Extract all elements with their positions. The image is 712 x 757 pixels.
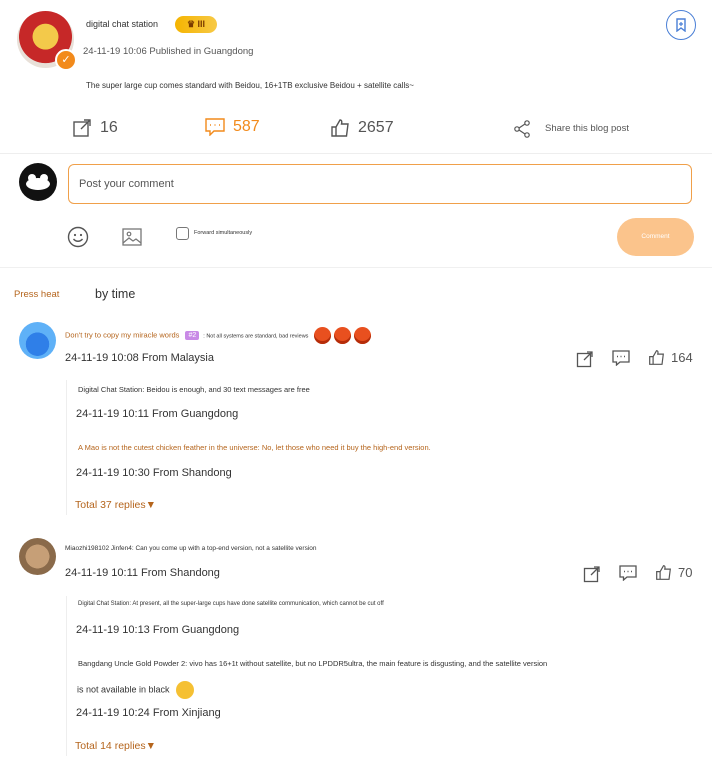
commenter-name[interactable]: Don't try to copy my miracle words	[65, 330, 179, 339]
reply-text-continued: is not available in black	[77, 681, 195, 699]
laughing-emoji-icon	[176, 681, 195, 699]
image-button[interactable]	[121, 226, 143, 248]
angry-emoji-icon	[353, 327, 371, 344]
level-badge: ♛ III	[175, 16, 217, 33]
tab-by-time[interactable]: by time	[95, 287, 135, 301]
repost-icon	[73, 119, 91, 137]
rank-tag: #2	[185, 331, 200, 341]
like-count: 2657	[358, 119, 394, 136]
bookmark-button[interactable]	[666, 10, 696, 40]
mouse-avatar-icon	[26, 174, 50, 190]
thumbs-up-icon	[649, 350, 664, 365]
repost-count: 16	[100, 119, 118, 136]
emoji-button[interactable]	[67, 226, 89, 248]
comment-body: : Not all systems are standard, bad revi…	[203, 333, 309, 340]
angry-emoji-icon	[313, 327, 331, 344]
share-label[interactable]: Share this blog post	[545, 123, 629, 134]
reply-meta: 24-11-19 10:24 From Xinjiang	[76, 707, 221, 719]
comment-submit-button[interactable]: Comment	[617, 218, 694, 256]
comment-count: 587	[233, 118, 260, 135]
comment-like-count: 70	[678, 565, 693, 580]
comment-icon	[612, 350, 630, 366]
divider	[0, 267, 712, 268]
comment-reply-button[interactable]	[612, 350, 630, 366]
forward-checkbox[interactable]	[176, 227, 189, 240]
comment-like-button[interactable]: 164	[648, 349, 693, 366]
repost-icon	[583, 566, 600, 583]
total-replies-link[interactable]: Total 14 replies▼	[75, 740, 156, 752]
bookmark-icon	[676, 18, 686, 32]
level-badge-label: III	[197, 19, 206, 29]
thumbs-up-icon	[331, 119, 349, 137]
reply-text: A Mao is not the cutest chicken feather …	[78, 443, 431, 452]
comment-like-count: 164	[671, 350, 693, 365]
total-replies-link[interactable]: Total 37 replies▼	[75, 499, 156, 511]
image-icon	[122, 228, 142, 246]
my-avatar[interactable]	[19, 163, 57, 201]
share-icon[interactable]	[513, 120, 531, 138]
commenter-avatar[interactable]	[19, 538, 56, 575]
comments-button[interactable]: 587	[205, 118, 260, 136]
verified-icon: ✓	[55, 49, 77, 71]
crown-icon: ♛	[186, 19, 196, 29]
comment-text: Don't try to copy my miracle words #2: N…	[65, 327, 371, 344]
reply-thread	[66, 596, 707, 756]
smiley-icon	[67, 226, 89, 248]
comment-body: : Can you come up with a top-end version…	[131, 545, 317, 552]
comment-repost-button[interactable]	[583, 565, 601, 583]
comment-icon	[205, 118, 225, 136]
thumbs-up-icon	[656, 565, 671, 580]
reply-meta: 24-11-19 10:11 From Guangdong	[76, 408, 239, 420]
comment-reply-button[interactable]	[619, 565, 637, 581]
forward-label[interactable]: Forward simultaneously	[194, 230, 252, 236]
reply-meta: 24-11-19 10:13 From Guangdong	[76, 624, 240, 636]
comment-input[interactable]: Post your comment	[68, 164, 692, 204]
post-content: The super large cup comes standard with …	[86, 81, 414, 90]
divider	[0, 153, 712, 154]
comment-meta: 24-11-19 10:08 From Malaysia	[65, 352, 214, 364]
comment-like-button[interactable]: 70	[655, 564, 692, 581]
post-meta: 24-11-19 10:06 Published in Guangdong	[83, 46, 254, 57]
like-button[interactable]: 2657	[330, 118, 394, 138]
repost-button[interactable]: 16	[72, 118, 118, 138]
reply-meta: 24-11-19 10:30 From Shandong	[76, 467, 232, 479]
commenter-avatar[interactable]	[19, 322, 56, 359]
comment-text: Miaozhi198102 Jinfen4: Can you come up w…	[65, 543, 317, 552]
tab-press-heat[interactable]: Press heat	[14, 289, 59, 300]
repost-icon	[576, 351, 593, 368]
comment-repost-button[interactable]	[576, 350, 594, 368]
author-avatar[interactable]: ✓	[17, 11, 77, 71]
reply-text: Digital Chat Station: Beidou is enough, …	[78, 385, 310, 394]
author-name[interactable]: digital chat station	[86, 19, 158, 29]
angry-emoji-icon	[333, 327, 351, 344]
comment-meta: 24-11-19 10:11 From Shandong	[65, 567, 220, 579]
reply-text: Digital Chat Station: At present, all th…	[78, 601, 384, 607]
comment-icon	[619, 565, 637, 581]
reply-text: Bangdang Uncle Gold Powder 2: vivo has 1…	[78, 659, 548, 668]
commenter-name[interactable]: Miaozhi198102 Jinfen4	[65, 545, 132, 552]
